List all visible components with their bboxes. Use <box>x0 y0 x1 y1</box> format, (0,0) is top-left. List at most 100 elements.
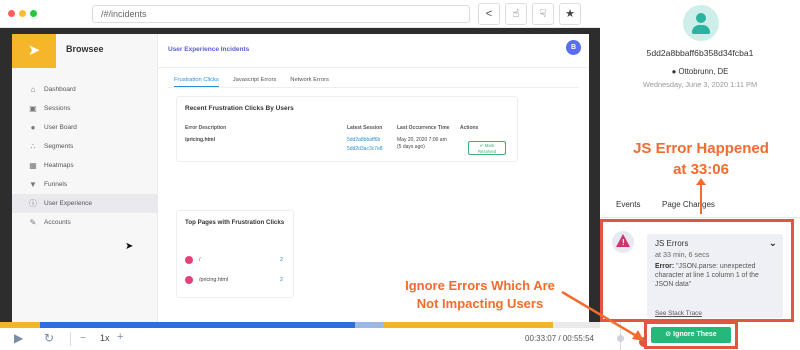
home-icon: ⌂ <box>30 84 36 94</box>
star-icon: ★ <box>565 8 575 20</box>
column-header: Actions <box>460 125 479 131</box>
top-pages-card: Top Pages with Frustration Clicks / 2 /p… <box>176 210 294 298</box>
panel-tabs: Events Page Changes <box>610 196 800 214</box>
event-card: JS Errors at 33 min, 6 secs ⌄ Error: "JS… <box>647 234 783 318</box>
sidebar-item-funnels[interactable]: ▼ Funnels <box>12 175 158 194</box>
share-icon: < <box>485 8 493 20</box>
url-bar: /#/incidents <box>92 5 470 23</box>
window-dots <box>8 10 37 17</box>
playback-time: 00:33:07 / 00:55:54 <box>525 334 594 343</box>
accounts-icon: ✎ <box>29 217 37 227</box>
timeline-dot <box>617 335 624 342</box>
event-time: at 33 min, 6 secs <box>655 250 710 259</box>
sidebar-item-dashboard[interactable]: ⌂ Dashboard <box>12 80 158 99</box>
page-count: 2 <box>280 277 283 283</box>
sidebar-item-user-board[interactable]: ● User Board <box>12 118 158 137</box>
event-title: JS Errors <box>655 239 689 248</box>
ignore-highlight: ⊘ Ignore These <box>644 321 738 349</box>
list-item[interactable]: /pricing.html 2 <box>185 275 285 285</box>
session-details-panel: 5dd2a8bbaff6b358d34fcba1 ● Ottobrunn, DE… <box>600 0 800 350</box>
frustration-clicks-card: Recent Frustration Clicks By Users Error… <box>176 96 518 162</box>
sidebar-item-label: Dashboard <box>44 86 76 93</box>
user-id: 5dd2a8bbaff6b358d34fcba1 <box>646 48 754 58</box>
page-count: 2 <box>280 257 283 263</box>
speed-decrease-button[interactable]: − <box>80 333 86 344</box>
sidebar-item-sessions[interactable]: ▣ Sessions <box>12 99 158 118</box>
minimize-dot <box>19 10 26 17</box>
thumbs-up-button[interactable]: ☝ <box>505 3 527 25</box>
ignore-these-button[interactable]: ⊘ Ignore These <box>651 327 731 343</box>
star-button[interactable]: ★ <box>559 3 581 25</box>
card-title: Top Pages with Frustration Clicks <box>185 219 285 226</box>
funnel-icon: ▼ <box>29 179 37 189</box>
ignore-errors-annotation: Ignore Errors Which Are Not Impacting Us… <box>380 277 580 313</box>
user-icon: ● <box>30 122 36 132</box>
rocket-icon: ➤ <box>27 42 41 59</box>
occurrence-ago: (5 days ago) <box>397 144 425 150</box>
player-controls: ▶ ↻ − 1x + 00:33:07 / 00:55:54 <box>0 328 600 350</box>
avatar[interactable]: B <box>566 40 581 55</box>
incident-tabs: Frustration Clicks Javascript Errors Net… <box>168 72 579 88</box>
block-icon: ⊘ <box>665 331 672 338</box>
sidebar-item-accounts[interactable]: ✎ Accounts <box>12 213 158 232</box>
close-dot <box>8 10 15 17</box>
arrow-annotation <box>696 178 706 214</box>
tab-frustration-clicks[interactable]: Frustration Clicks <box>174 72 219 87</box>
thumbs-down-icon: ☟ <box>539 8 547 20</box>
sidebar-item-label: Sessions <box>44 105 71 112</box>
sidebar-nav: ⌂ Dashboard ▣ Sessions ● User Board ∴ Se… <box>12 80 158 232</box>
brand-name: Browsee <box>66 44 104 54</box>
tab-page-changes[interactable]: Page Changes <box>662 200 715 209</box>
replay-icon[interactable]: ↻ <box>44 331 54 345</box>
app-sidebar: ➤ Browsee ⌂ Dashboard ▣ Sessions ● User … <box>12 34 158 322</box>
page-path: /pricing.html <box>199 277 229 283</box>
js-error-event[interactable]: ! JS Errors at 33 min, 6 secs ⌄ Error: "… <box>600 219 794 322</box>
speed-increase-button[interactable]: + <box>117 331 123 343</box>
divider <box>600 217 800 218</box>
sidebar-item-label: User Board <box>44 124 77 131</box>
session-link[interactable]: 5dd2d3ac3c7e8 <box>347 146 383 152</box>
share-button[interactable]: < <box>478 3 500 25</box>
column-header: Latest Session <box>347 125 383 131</box>
chevron-down-icon[interactable]: ⌄ <box>769 238 777 249</box>
thumbs-up-icon: ☝ <box>512 8 520 20</box>
sidebar-item-label: Segments <box>44 143 74 150</box>
replay-browser-bar: /#/incidents < ☝ ☟ ★ <box>0 0 600 28</box>
js-error-annotation: JS Error Happened at 33:06 <box>633 140 769 178</box>
list-item[interactable]: / 2 <box>185 255 285 265</box>
tab-javascript-errors[interactable]: Javascript Errors <box>233 72 277 87</box>
heatmap-icon: ▦ <box>29 160 37 170</box>
warning-icon: ! <box>612 231 634 253</box>
location-pin-icon: ● <box>671 67 677 76</box>
session-link[interactable]: 5dd2a8bbaff6b <box>347 137 380 143</box>
thumbs-down-button[interactable]: ☟ <box>532 3 554 25</box>
tab-events[interactable]: Events <box>616 200 640 209</box>
play-icon[interactable]: ▶ <box>14 331 23 345</box>
mouse-cursor-icon: ➤ <box>125 241 134 252</box>
mark-resolved-button[interactable]: ✔ Mark Resolved <box>468 141 506 155</box>
sidebar-item-segments[interactable]: ∴ Segments <box>12 137 158 156</box>
stack-trace-link[interactable]: See Stack Trace <box>655 310 702 317</box>
sidebar-item-label: Funnels <box>44 181 68 188</box>
camera-icon: ▣ <box>29 103 37 113</box>
sidebar-item-user-experience[interactable]: ⓘ User Experience <box>12 194 158 213</box>
card-title: Recent Frustration Clicks By Users <box>185 105 294 112</box>
check-icon: ✔ <box>479 143 484 148</box>
sidebar-item-label: Accounts <box>44 219 71 226</box>
error-description: /pricing.html <box>185 137 215 143</box>
page-path: / <box>199 257 201 263</box>
sidebar-item-heatmaps[interactable]: ▦ Heatmaps <box>12 156 158 175</box>
sidebar-item-label: Heatmaps <box>44 162 74 169</box>
error-message: Error: "JSON.parse: unexpected character… <box>655 263 759 288</box>
tab-network-errors[interactable]: Network Errors <box>290 72 329 87</box>
page-icon <box>185 276 193 284</box>
logo: ➤ <box>12 34 56 68</box>
occurrence-time: May 20, 2020 7:00 am <box>397 137 447 143</box>
info-icon: ⓘ <box>29 198 37 208</box>
app-header: User Experience Incidents B <box>158 34 589 68</box>
column-header: Last Occurrence Time <box>397 125 450 131</box>
divider <box>70 332 71 346</box>
segments-icon: ∴ <box>30 141 36 151</box>
maximize-dot <box>30 10 37 17</box>
page-title: User Experience Incidents <box>168 46 250 53</box>
